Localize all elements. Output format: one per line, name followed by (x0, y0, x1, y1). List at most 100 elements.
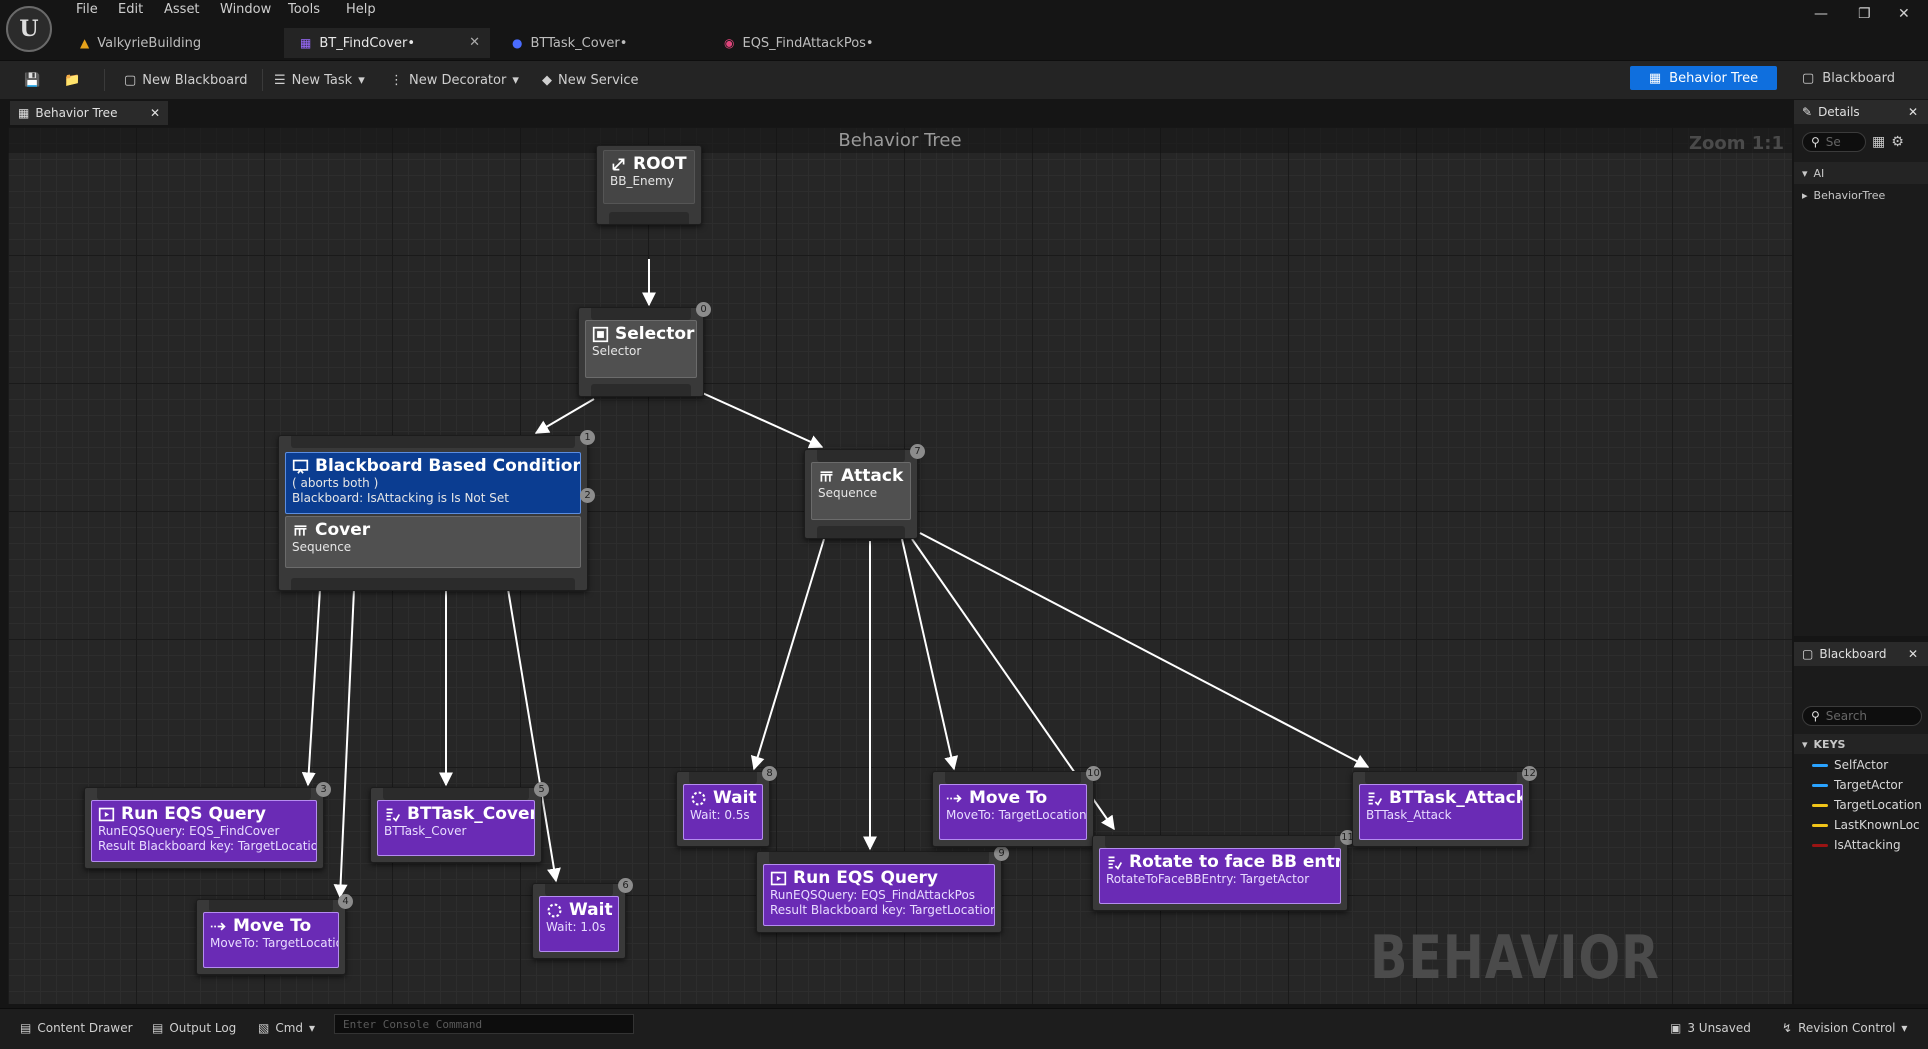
mode-behavior-tree-button[interactable]: ▦ Behavior Tree (1630, 66, 1777, 90)
edge-selector-attack (697, 390, 824, 449)
details-category-ai[interactable]: ▾ AI (1794, 162, 1928, 184)
revision-control-button[interactable]: ↯ Revision Control ▾ (1782, 1021, 1907, 1035)
behavior-tree-graph[interactable]: Behavior Tree Zoom 1:1 BEHAVIOR TREE RO (8, 127, 1792, 1004)
menu-edit[interactable]: Edit (118, 2, 143, 17)
output-pin[interactable] (291, 578, 575, 590)
wait-icon (691, 790, 706, 806)
node-rotate-to-face-bb-entry[interactable]: Rotate to face BB entry RotateToFaceBBEn… (1092, 830, 1355, 911)
menu-tools[interactable]: Tools (288, 2, 320, 17)
node-attack-sequence[interactable]: Attack Sequence 7 (804, 444, 925, 539)
bb-key-targetlocation[interactable]: TargetLocation (1812, 798, 1922, 812)
details-search-input[interactable]: ⚲ Se (1802, 132, 1866, 152)
decorator-blackboard-condition[interactable]: Blackboard Based Condition ( aborts both… (285, 452, 581, 514)
close-window-icon[interactable]: ✕ (1898, 6, 1910, 22)
decorator-abort-mode: ( aborts both ) (292, 476, 379, 490)
output-pin[interactable] (591, 384, 691, 396)
menu-help[interactable]: Help (346, 2, 376, 17)
node-subtitle: Wait: 0.5s (690, 808, 750, 822)
node-run-eqs-query-find-cover[interactable]: Run EQS Query RunEQSQuery: EQS_FindCover… (84, 782, 331, 869)
console-command-input[interactable]: Enter Console Command (334, 1014, 634, 1034)
unsaved-indicator[interactable]: ▣ 3 Unsaved (1670, 1021, 1751, 1035)
node-move-to-cover[interactable]: Move To MoveTo: TargetLocation 4 (196, 894, 353, 975)
input-pin[interactable] (291, 436, 575, 448)
new-decorator-button[interactable]: ⋮ New Decorator ▾ (390, 69, 519, 91)
input-pin[interactable] (769, 852, 989, 864)
content-drawer-button[interactable]: ▤ Content Drawer (20, 1021, 133, 1035)
node-bttask-cover[interactable]: BTTask_Cover BTTask_Cover 5 (370, 782, 549, 863)
output-pin[interactable] (609, 212, 689, 224)
output-log-button[interactable]: ▤ Output Log (152, 1021, 236, 1035)
minimize-icon[interactable]: — (1814, 6, 1828, 22)
input-pin[interactable] (545, 884, 613, 896)
close-tab-icon[interactable]: ✕ (469, 35, 480, 50)
bb-key-selfactor[interactable]: SelfActor (1812, 758, 1888, 772)
blackboard-tab[interactable]: ▢ Blackboard ✕ (1794, 642, 1928, 666)
node-cover-sequence[interactable]: Blackboard Based Condition ( aborts both… (278, 430, 595, 591)
doc-tab-bttask-cover[interactable]: ● BTTask_Cover• (496, 28, 702, 58)
bb-key-lastknownloc[interactable]: LastKnownLoc (1812, 818, 1920, 832)
input-pin[interactable] (97, 788, 311, 800)
unsaved-label: 3 Unsaved (1687, 1021, 1751, 1035)
node-selector[interactable]: Selector Selector 0 (578, 302, 711, 397)
unsaved-icon: ▣ (1670, 1021, 1682, 1035)
gear-icon[interactable]: ⚙ (1891, 134, 1904, 150)
new-task-button[interactable]: ☰ New Task ▾ (274, 69, 365, 91)
mode-behavior-tree-label: Behavior Tree (1669, 70, 1759, 86)
browse-icon[interactable]: 📁 (64, 69, 80, 91)
doc-tab-eqs-findattackpos[interactable]: ◉ EQS_FindAttackPos• (708, 28, 914, 58)
details-category-behaviortree[interactable]: ▸ BehaviorTree (1794, 184, 1928, 206)
node-subtitle: Sequence (818, 486, 878, 500)
input-pin[interactable] (383, 788, 529, 800)
new-blackboard-button[interactable]: ▢ New Blackboard (124, 69, 248, 91)
keys-header[interactable]: ▾ KEYS (1794, 734, 1928, 754)
new-service-button[interactable]: ◆ New Service (542, 69, 639, 91)
output-pin[interactable] (817, 526, 905, 538)
node-run-eqs-query-find-attack-pos[interactable]: Run EQS Query RunEQSQuery: EQS_FindAttac… (756, 846, 1009, 933)
input-pin[interactable] (1365, 772, 1517, 784)
save-icon[interactable]: 💾 (24, 69, 40, 91)
chevron-down-icon: ▾ (1802, 166, 1808, 180)
node-title: Run EQS Query (793, 868, 938, 888)
node-wait-half-second[interactable]: Wait Wait: 0.5s 8 (676, 766, 777, 847)
grid-view-icon[interactable]: ▦ (1872, 134, 1885, 150)
input-pin[interactable] (817, 450, 905, 462)
behavior-tree-icon: ▦ (18, 106, 30, 120)
input-pin[interactable] (945, 772, 1081, 784)
cmd-dropdown[interactable]: ▧ Cmd ▾ (258, 1021, 315, 1035)
execution-index-badge: 8 (762, 766, 777, 781)
input-pin[interactable] (689, 772, 757, 784)
node-move-to-attack[interactable]: Move To MoveTo: TargetLocation 10 (932, 766, 1101, 847)
doc-tab-label: BTTask_Cover• (530, 35, 628, 51)
node-wait-1s[interactable]: Wait Wait: 1.0s 6 (532, 878, 633, 959)
bb-key-targetactor[interactable]: TargetActor (1812, 778, 1903, 792)
details-tab[interactable]: ✎ Details ✕ (1794, 100, 1928, 124)
menu-file[interactable]: File (76, 2, 98, 17)
unreal-logo-icon[interactable]: U (6, 6, 52, 52)
key-name: SelfActor (1834, 758, 1889, 772)
doc-tab-bt-findcover[interactable]: ▦ BT_FindCover• ✕ (284, 28, 490, 58)
blackboard-search-input[interactable]: ⚲ Search (1802, 706, 1922, 726)
menu-window[interactable]: Window (220, 2, 271, 17)
execution-index-badge: 4 (338, 894, 353, 909)
input-pin[interactable] (591, 308, 691, 320)
node-root[interactable]: ROOT BB_Enemy (596, 145, 702, 225)
behavior-tree-icon: ▦ (1648, 70, 1662, 86)
doc-tab-label: EQS_FindAttackPos• (742, 35, 874, 51)
doc-tab-valkyriebuilding[interactable]: ▲ ValkyrieBuilding (64, 28, 278, 58)
menu-asset[interactable]: Asset (164, 2, 200, 17)
mode-blackboard-label: Blackboard (1822, 70, 1896, 86)
close-tab-icon[interactable]: ✕ (1908, 105, 1918, 119)
node-title: ROOT (633, 154, 687, 174)
close-tab-icon[interactable]: ✕ (150, 106, 160, 120)
graph-panel-tab[interactable]: ▦ Behavior Tree ✕ (10, 101, 168, 125)
node-bttask-attack[interactable]: BTTask_Attack BTTask_Attack 12 (1352, 766, 1537, 847)
close-tab-icon[interactable]: ✕ (1908, 647, 1918, 661)
mode-blackboard-button[interactable]: ▢ Blackboard (1802, 66, 1912, 90)
bb-key-isattacking[interactable]: IsAttacking (1812, 838, 1901, 852)
input-pin[interactable] (209, 900, 333, 912)
input-pin[interactable] (1105, 836, 1335, 848)
restore-icon[interactable]: ❐ (1858, 6, 1871, 22)
search-icon: ⚲ (1811, 709, 1820, 723)
edge-attack-moveto2 (901, 538, 959, 771)
edge-cover-runeqs1 (301, 588, 321, 787)
